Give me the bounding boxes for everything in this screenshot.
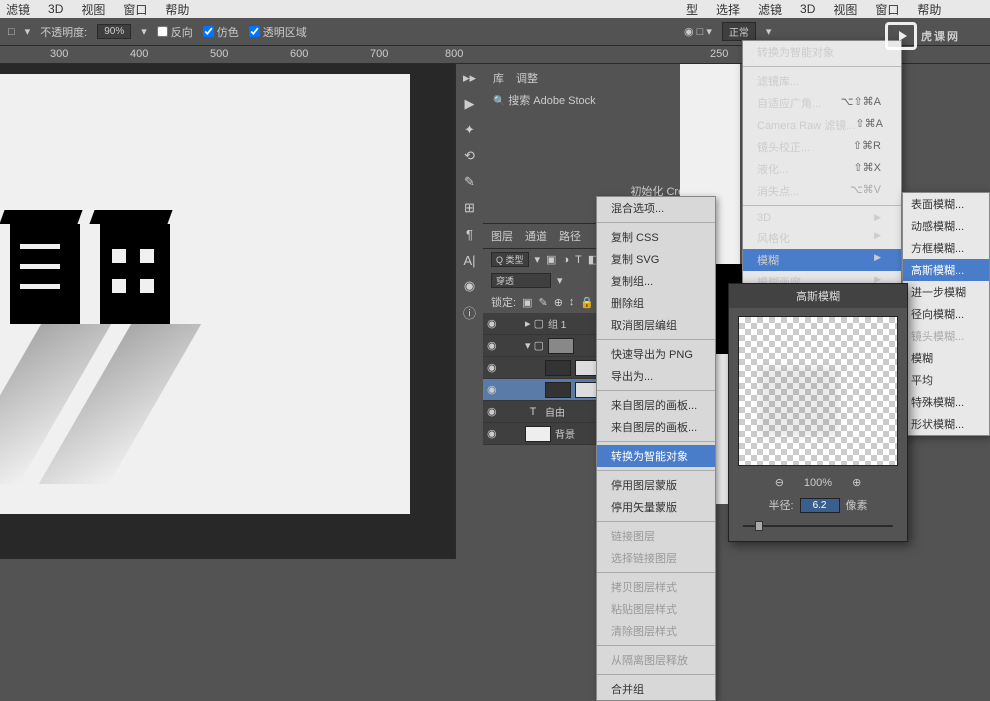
reverse-check[interactable]: 反向 [157,24,193,40]
filter-item[interactable]: 3D▶ [743,209,901,227]
filter-item[interactable]: 消失点...⌥⌘V [743,180,901,202]
ctx-item[interactable]: 链接图层 [597,525,715,547]
visibility-icon[interactable]: ◉ [487,427,501,440]
opacity-label: 不透明度: [40,24,87,40]
blur-item[interactable]: 高斯模糊... [903,259,989,281]
blend-mode[interactable]: 穿透 [491,273,551,288]
menu-filter-r[interactable]: 滤镜 [758,1,782,18]
history-icon[interactable]: ⟲ [460,146,480,166]
filter-item[interactable]: Camera Raw 滤镜...⇧⌘A [743,114,901,136]
blur-item[interactable]: 表面模糊... [903,193,989,215]
ctx-item[interactable]: 清除图层样式 [597,620,715,642]
gaussian-blur-dialog[interactable]: 高斯模糊 ⊖ 100% ⊕ 半径: 像素 [728,283,908,542]
layer-context-menu[interactable]: 混合选项... 复制 CSS复制 SVG复制组...删除组取消图层编组快速导出为 … [596,196,716,701]
ctx-item[interactable]: 转换为智能对象 [597,445,715,467]
eye-panel-icon[interactable]: ◉ [460,276,480,296]
blur-item[interactable]: 形状模糊... [903,413,989,435]
tab-library[interactable]: 库 [493,70,504,86]
wand-icon[interactable]: ✦ [460,120,480,140]
ctx-item[interactable]: 导出为... [597,365,715,387]
blur-item[interactable]: 模糊 [903,347,989,369]
visibility-icon[interactable]: ◉ [487,361,501,374]
blur-item[interactable]: 方框模糊... [903,237,989,259]
brush-icon[interactable]: ✎ [460,172,480,192]
tab-layers[interactable]: 图层 [491,228,513,244]
expand-icon[interactable]: ▸▸ [460,68,480,88]
ctx-item[interactable]: 复制 CSS [597,226,715,248]
zoom-level: 100% [804,477,832,489]
blur-item[interactable]: 平均 [903,369,989,391]
canvas-area[interactable] [0,64,455,559]
blur-item[interactable]: 径向模糊... [903,303,989,325]
filter-item[interactable]: 自适应广角...⌥⇧⌘A [743,92,901,114]
blur-item[interactable]: 镜头模糊... [903,325,989,347]
ctx-item[interactable]: 停用图层蒙版 [597,474,715,496]
dither-check[interactable]: 仿色 [203,24,239,40]
dialog-title: 高斯模糊 [729,284,907,308]
blur-item[interactable]: 特殊模糊... [903,391,989,413]
filter-item[interactable]: 转换为智能对象 [743,41,901,63]
ctx-item[interactable]: 取消图层编组 [597,314,715,336]
paragraph-icon[interactable]: ¶ [460,224,480,244]
blur-submenu[interactable]: 表面模糊...动感模糊...方框模糊...高斯模糊...进一步模糊径向模糊...… [902,192,990,436]
tab-paths[interactable]: 路径 [559,228,581,244]
layer-filter-kind[interactable]: Q 类型 [491,252,529,267]
artwork-building-2 [100,224,170,324]
blur-preview[interactable] [738,316,898,466]
ctx-item[interactable]: 复制 SVG [597,248,715,270]
filter-item[interactable]: 滤镜库... [743,70,901,92]
visibility-icon[interactable]: ◉ [487,339,501,352]
visibility-icon[interactable]: ◉ [487,317,501,330]
ctx-item[interactable]: 合并组 [597,678,715,700]
zoom-out-icon[interactable]: ⊖ [775,476,784,489]
ctx-item[interactable]: 删除组 [597,292,715,314]
tab-channels[interactable]: 通道 [525,228,547,244]
play-icon[interactable]: ▶ [460,94,480,114]
canvas[interactable] [0,74,410,514]
transparency-check[interactable]: 透明区域 [249,24,307,40]
ctx-item[interactable]: 快速导出为 PNG [597,343,715,365]
ctx-item[interactable]: 拷贝图层样式 [597,576,715,598]
ctx-item[interactable]: 停用矢量蒙版 [597,496,715,518]
filter-item[interactable]: 模糊▶ [743,249,901,271]
menubar-right[interactable]: 型 选择 滤镜 3D 视图 窗口 帮助 [680,0,990,18]
opacity-value[interactable]: 90% [97,24,131,39]
menu-filter[interactable]: 滤镜 [6,1,30,18]
blend-mode-r[interactable]: 正常 [722,22,756,41]
tab-adjust[interactable]: 调整 [516,70,538,86]
char-icon[interactable]: A| [460,250,480,270]
filter-item[interactable]: 镜头校正...⇧⌘R [743,136,901,158]
filter-item[interactable]: 液化...⇧⌘X [743,158,901,180]
menu-window[interactable]: 窗口 [123,1,147,18]
swatch-icon[interactable]: ⊞ [460,198,480,218]
radius-slider[interactable] [743,519,893,533]
menu-help[interactable]: 帮助 [165,1,189,18]
ctx-item[interactable]: 粘贴图层样式 [597,598,715,620]
info-icon[interactable]: ⓘ [460,302,480,322]
ctx-item[interactable]: 混合选项... [597,197,715,219]
ctx-item[interactable]: 复制组... [597,270,715,292]
ctx-item[interactable]: 来自图层的画板... [597,394,715,416]
ctx-item[interactable]: 选择链接图层 [597,547,715,569]
visibility-icon[interactable]: ◉ [487,405,501,418]
radius-unit: 像素 [846,497,868,513]
blur-item[interactable]: 进一步模糊 [903,281,989,303]
ctx-item[interactable]: 从隔离图层释放 [597,649,715,671]
menu-view[interactable]: 视图 [81,1,105,18]
ctx-item[interactable]: 来自图层的画板... [597,416,715,438]
blur-item[interactable]: 动感模糊... [903,215,989,237]
radius-input[interactable] [800,498,840,513]
zoom-in-icon[interactable]: ⊕ [852,476,861,489]
collapsed-panel-strip[interactable]: ▸▸ ▶ ✦ ⟲ ✎ ⊞ ¶ A| ◉ ⓘ [455,64,483,559]
radius-label: 半径: [768,497,793,513]
watermark: 虎课网 [885,22,960,50]
artwork-building-1 [10,224,80,324]
visibility-icon[interactable]: ◉ [487,383,501,396]
watermark-logo-icon [885,22,917,50]
filter-item[interactable]: 风格化▶ [743,227,901,249]
menu-3d[interactable]: 3D [48,2,63,16]
